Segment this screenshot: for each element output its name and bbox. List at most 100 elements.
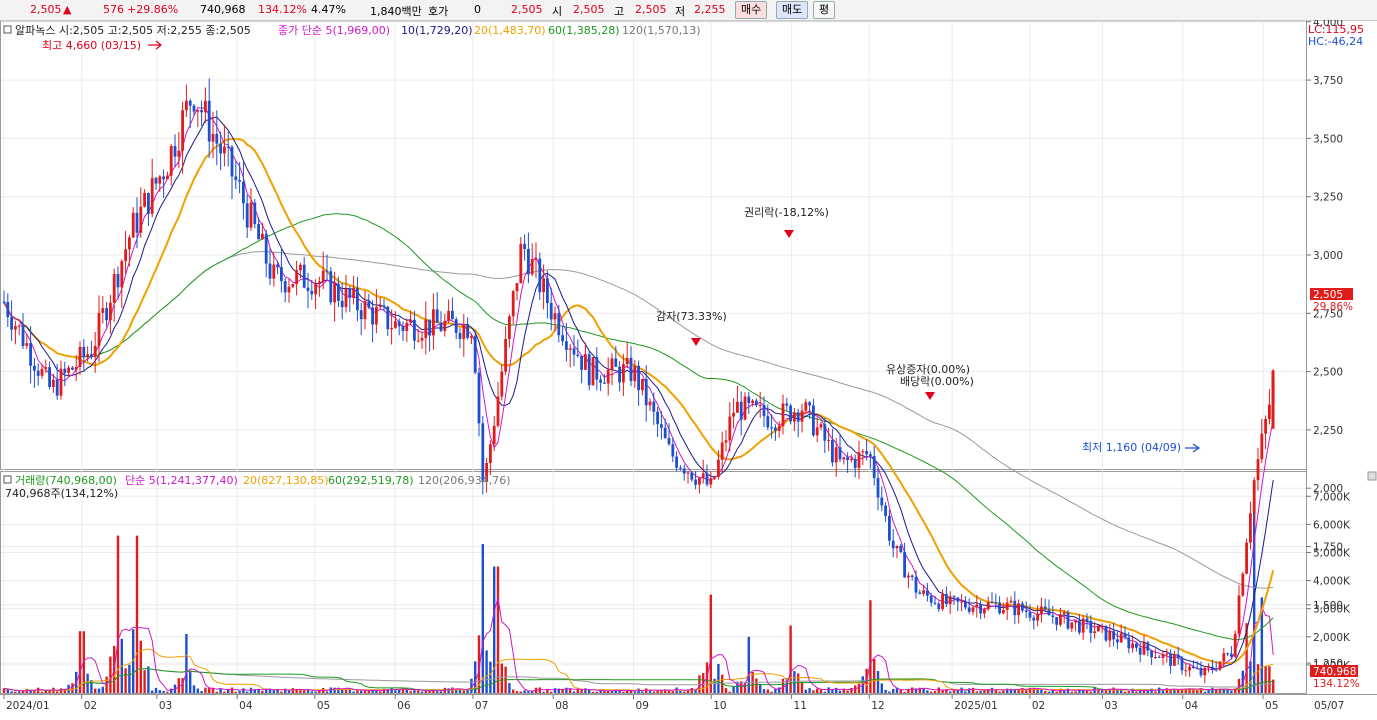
panel-resize-handle[interactable] (1367, 471, 1377, 481)
volume-bar (1002, 690, 1005, 693)
time-tick-label: 03 (159, 700, 172, 712)
candle-body (895, 545, 899, 549)
candle-body (86, 354, 89, 357)
candle-body (1009, 600, 1013, 603)
volume-bar (550, 691, 553, 693)
candle-body (789, 405, 792, 422)
candle-body (747, 396, 751, 404)
volume-bar (192, 685, 196, 693)
candle-body (743, 396, 747, 420)
sell-button[interactable]: 매도 (776, 1, 809, 19)
volume-legend-title: 거래량(740,968,00) (15, 474, 117, 487)
candle-body (929, 595, 933, 603)
candle-body (891, 540, 895, 549)
candle-body (78, 346, 82, 367)
candle-body (272, 264, 276, 279)
volume-bar (139, 640, 142, 693)
volume-bar (1142, 691, 1146, 693)
candle-body (409, 319, 412, 323)
volume-bar (462, 690, 465, 693)
candle-body (1074, 620, 1077, 623)
candle-body (466, 323, 469, 338)
volume-bar (797, 673, 800, 693)
candle-body (641, 378, 644, 391)
volume-bar (303, 690, 306, 693)
volume-bar (747, 636, 750, 693)
candle-body (1028, 611, 1032, 618)
candle-body (542, 278, 545, 293)
candle-body (561, 335, 564, 342)
hoga-price: 2,505 (511, 3, 543, 16)
candle-body (116, 273, 120, 288)
volume-bar (1180, 690, 1184, 693)
candle-body (941, 594, 944, 610)
candle-body (572, 348, 576, 355)
candle-body (827, 439, 830, 441)
candle-body (675, 456, 678, 468)
volume-legend-checkbox-icon[interactable] (3, 475, 12, 484)
buy-button[interactable]: 매수 (735, 1, 768, 19)
legend-checkbox-icon[interactable] (3, 25, 12, 34)
candle-body (983, 609, 986, 614)
volume-bar (846, 690, 849, 693)
volume-bar (1256, 664, 1260, 693)
volume-bar (439, 691, 443, 693)
candle-body (2, 301, 6, 303)
candle-body (872, 456, 876, 478)
y-axis-area (1306, 21, 1376, 695)
candle-body (257, 224, 260, 240)
candle-body (971, 607, 975, 612)
candle-body (188, 100, 192, 106)
volume-bar (299, 690, 302, 693)
candle-body (143, 192, 146, 207)
volume-bar (595, 691, 598, 693)
volume-bar (94, 688, 97, 693)
candle-body (1108, 631, 1112, 641)
volume-bar (1127, 691, 1130, 693)
candle-body (97, 312, 101, 346)
volume-bar (869, 600, 872, 693)
candle-body (1211, 666, 1214, 670)
candle-body (774, 427, 777, 431)
volume-bar (177, 678, 180, 693)
avg-button[interactable]: 평 (813, 1, 836, 19)
candle-body (679, 467, 682, 469)
candle-body (397, 321, 401, 327)
candle-body (1256, 459, 1260, 481)
volume-bar (808, 688, 811, 693)
time-tick-label: 09 (636, 700, 649, 712)
legend-ma5: 종가 단순 5(1,969,00) (278, 24, 390, 37)
time-tick-label: 02 (1032, 700, 1045, 712)
candle-body (1066, 612, 1070, 629)
volume-bar (59, 688, 63, 693)
volume-bar (816, 688, 819, 693)
stock-chart[interactable]: 4,5004,2504,0003,7503,5003,2503,0002,750… (0, 20, 1377, 720)
volume-bar (926, 690, 929, 693)
candle-body (101, 308, 105, 313)
candle-body (1127, 637, 1131, 649)
volume-bar (128, 664, 131, 693)
volume-bar (591, 691, 595, 693)
candle-body (261, 233, 264, 240)
candle-body (732, 412, 735, 417)
candle-body (1150, 650, 1153, 658)
volume-bar (40, 691, 44, 693)
volume-bar (1264, 666, 1267, 693)
volume-bar (101, 686, 104, 693)
volume-bar (162, 691, 165, 693)
candle-body (435, 309, 439, 323)
volume-bar (770, 691, 773, 693)
volume-bar (489, 661, 492, 693)
candle-body (933, 602, 937, 604)
volume-bar (652, 691, 655, 693)
volume-bar (455, 689, 458, 693)
candle-body (1131, 643, 1134, 649)
volume-bar (911, 687, 914, 693)
candle-body (1222, 653, 1226, 662)
candle-body (682, 468, 686, 474)
candle-body (785, 403, 789, 406)
price-tag-value: 2,505 (1313, 289, 1343, 301)
volume-panel[interactable] (0, 471, 1307, 694)
volume-bar (542, 691, 545, 693)
candle-body (781, 403, 785, 427)
